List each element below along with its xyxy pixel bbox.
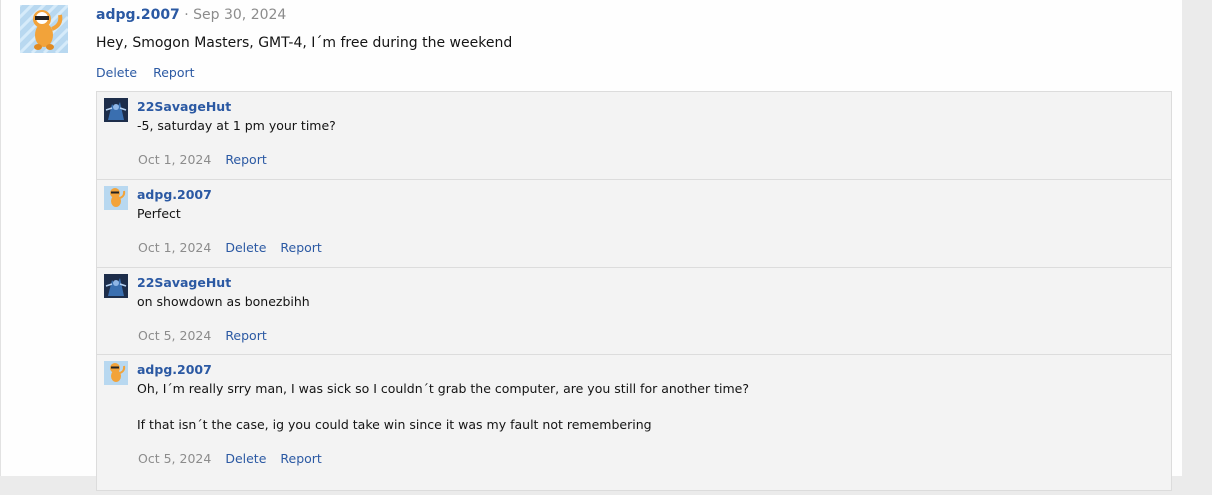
- comment-actions: Oct 5, 2024 Report: [138, 328, 281, 343]
- comment-date[interactable]: Oct 1, 2024: [138, 240, 211, 255]
- comment-date[interactable]: Oct 1, 2024: [138, 152, 211, 167]
- comment-actions: Oct 5, 2024 Delete Report: [138, 451, 336, 466]
- delete-button[interactable]: Delete: [225, 451, 266, 466]
- comment-author-link[interactable]: 22SavageHut: [137, 99, 231, 114]
- comment-date[interactable]: Oct 5, 2024: [138, 328, 211, 343]
- avatar[interactable]: [104, 98, 128, 122]
- comment-line: Perfect: [137, 206, 181, 221]
- post-separator: ·: [179, 7, 194, 23]
- comment-item: adpg.2007 Oh, I´m really srry man, I was…: [97, 355, 1171, 495]
- avatar[interactable]: [104, 186, 128, 210]
- comment-author-link[interactable]: 22SavageHut: [137, 275, 231, 290]
- comment-actions: Oct 1, 2024 Delete Report: [138, 240, 336, 255]
- avatar[interactable]: [20, 5, 68, 53]
- comment-text: Oh, I´m really srry man, I was sick so I…: [137, 380, 749, 434]
- comment-author-link[interactable]: adpg.2007: [137, 362, 212, 377]
- comment-text: -5, saturday at 1 pm your time?: [137, 117, 336, 135]
- comment-line: If that isn´t the case, ig you could tak…: [137, 417, 652, 432]
- comment-line: Oh, I´m really srry man, I was sick so I…: [137, 381, 749, 396]
- report-button[interactable]: Report: [280, 451, 321, 466]
- comment-text: Perfect: [137, 205, 181, 223]
- comment-actions: Oct 1, 2024 Report: [138, 152, 281, 167]
- avatar[interactable]: [104, 274, 128, 298]
- comment-item: adpg.2007 Perfect Oct 1, 2024 Delete Repor…: [97, 180, 1171, 268]
- report-button[interactable]: Report: [225, 152, 266, 167]
- report-button[interactable]: Report: [153, 65, 194, 80]
- comment-line: on showdown as bonezbihh: [137, 294, 310, 309]
- comment-date[interactable]: Oct 5, 2024: [138, 451, 211, 466]
- comment-item: 22SavageHut on showdown as bonezbihh Oct…: [97, 268, 1171, 355]
- post-date[interactable]: Sep 30, 2024: [193, 7, 286, 23]
- report-button[interactable]: Report: [225, 328, 266, 343]
- panel-divider: [0, 0, 1, 476]
- profile-post-panel: adpg.2007 · Sep 30, 2024 Hey, Smogon Mas…: [0, 0, 1182, 491]
- comment-author-link[interactable]: adpg.2007: [137, 187, 212, 202]
- post-author-link[interactable]: adpg.2007: [96, 7, 180, 23]
- post-actions: Delete Report: [96, 65, 211, 80]
- post-body: Hey, Smogon Masters, GMT-4, I´m free dur…: [96, 35, 513, 51]
- comment-list: 22SavageHut -5, saturday at 1 pm your ti…: [96, 91, 1172, 491]
- comment-text: on showdown as bonezbihh: [137, 293, 310, 311]
- report-button[interactable]: Report: [280, 240, 321, 255]
- delete-button[interactable]: Delete: [225, 240, 266, 255]
- post-header: adpg.2007 · Sep 30, 2024: [96, 7, 286, 23]
- comment-item: 22SavageHut -5, saturday at 1 pm your ti…: [97, 92, 1171, 180]
- delete-button[interactable]: Delete: [96, 65, 137, 80]
- comment-line: -5, saturday at 1 pm your time?: [137, 118, 336, 133]
- avatar[interactable]: [104, 361, 128, 385]
